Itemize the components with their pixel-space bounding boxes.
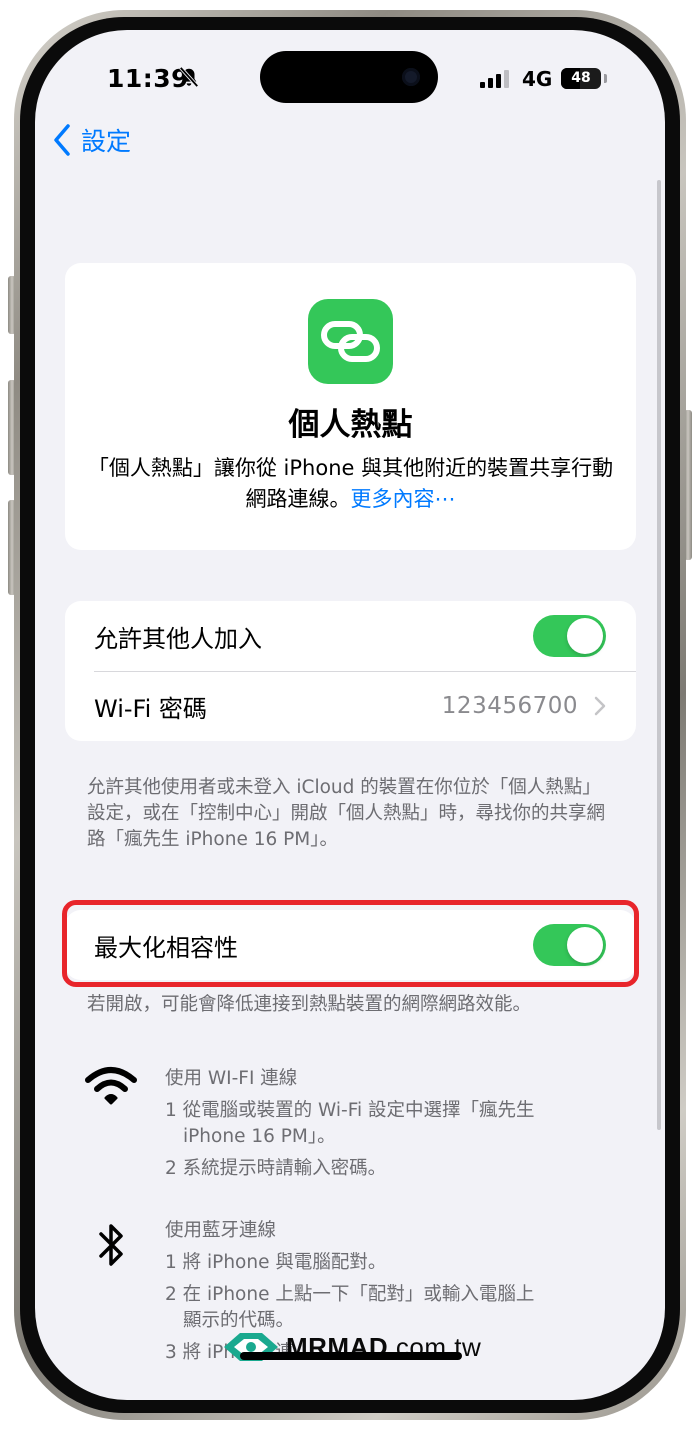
toggle-knob <box>567 618 603 654</box>
compat-footnote: 若開啟，可能會降低連接到熱點裝置的網際網路效能。 <box>87 994 532 1015</box>
wifi-step-1-text: 1 從電腦或裝置的 Wi-Fi 設定中選擇「瘋先生 <box>165 1100 535 1121</box>
bell-slash-icon <box>179 66 199 88</box>
wifi-password-row[interactable]: Wi-Fi 密碼 123456700 <box>65 671 636 741</box>
back-button-label: 設定 <box>81 127 132 156</box>
chevron-right-icon <box>594 696 606 716</box>
back-button[interactable]: 設定 <box>53 122 131 158</box>
wifi-instructions: 使用 WI-FI 連線 1 從電腦或裝置的 Wi-Fi 設定中選擇「瘋先生 iP… <box>165 1066 535 1188</box>
wifi-step-1-cont-text: iPhone 16 PM」。 <box>183 1126 336 1147</box>
allow-others-footnote: 允許其他使用者或未登入 iCloud 的裝置在你位於「個人熱點」設定，或在「控制… <box>87 777 606 850</box>
page-title: 個人熱點 <box>288 407 413 443</box>
battery-icon: 48 <box>561 68 601 89</box>
status-time: 11:39 <box>107 64 190 93</box>
bluetooth-instructions-title: 使用藍牙連線 <box>165 1220 277 1241</box>
battery-level: 48 <box>571 70 591 86</box>
wifi-instructions-title: 使用 WI-FI 連線 <box>165 1068 298 1089</box>
allow-others-label: 允許其他人加入 <box>94 624 262 653</box>
scrollbar[interactable] <box>657 180 661 1130</box>
allow-others-toggle[interactable] <box>533 615 606 657</box>
battery-cap <box>604 74 607 83</box>
hotspot-app-icon <box>308 299 393 384</box>
wifi-password-label: Wi-Fi 密碼 <box>94 694 207 723</box>
bluetooth-step-2-text: 2 在 iPhone 上點一下「配對」或輸入電腦上 <box>165 1284 535 1305</box>
network-type: 4G <box>522 67 553 91</box>
watermark: MRMAD.com.tw <box>220 1328 481 1366</box>
wifi-step-1-cont: iPhone 16 PM」。 <box>165 1124 535 1150</box>
mrmad-logo-icon <box>224 1333 278 1361</box>
chevron-left-icon <box>54 124 70 156</box>
front-camera <box>402 68 420 86</box>
hotspot-description: 「個人熱點」讓你從 iPhone 與其他附近的裝置共享行動網路連線。更多內容⋯ <box>83 453 618 515</box>
bluetooth-icon <box>99 1224 123 1266</box>
more-info-link[interactable]: 更多內容⋯ <box>351 487 456 511</box>
highlight-annotation <box>62 900 639 987</box>
cellular-signal-icon <box>480 70 509 88</box>
allow-others-row[interactable]: 允許其他人加入 <box>65 601 636 671</box>
hotspot-info-card: 個人熱點 「個人熱點」讓你從 iPhone 與其他附近的裝置共享行動網路連線。更… <box>65 263 636 550</box>
home-indicator[interactable] <box>240 1352 462 1360</box>
dynamic-island <box>260 51 438 103</box>
wifi-icon <box>85 1067 137 1105</box>
screen: 11:39 4G 48 設定 個人熱點 「個人熱點」讓你從 iPhone 與其他… <box>35 30 665 1400</box>
hotspot-settings-group: 允許其他人加入 Wi-Fi 密碼 123456700 <box>65 601 636 741</box>
link-chain-icon <box>321 321 380 362</box>
bluetooth-step-1: 1 將 iPhone 與電腦配對。 <box>165 1252 387 1273</box>
wifi-password-value: 123456700 <box>441 693 578 719</box>
wifi-step-2: 2 系統提示時請輸入密碼。 <box>165 1158 387 1179</box>
bluetooth-step-2: 2 在 iPhone 上點一下「配對」或輸入電腦上 <box>165 1282 534 1308</box>
wifi-step-1: 1 從電腦或裝置的 Wi-Fi 設定中選擇「瘋先生 <box>165 1098 535 1124</box>
